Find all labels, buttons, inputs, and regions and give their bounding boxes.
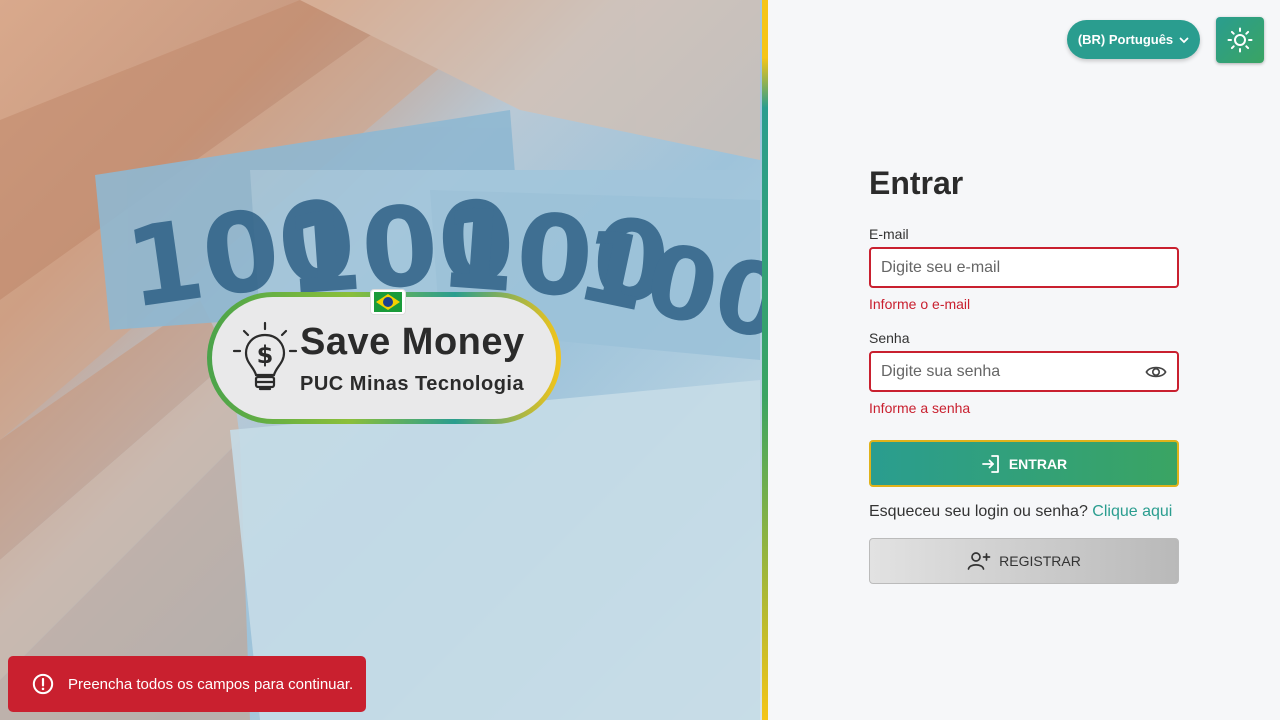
brand-badge: $ Save Money PUC Minas Tecnologia <box>207 289 561 424</box>
alert-circle-icon <box>32 673 54 695</box>
error-toast[interactable]: Preencha todos os campos para continuar. <box>8 656 366 712</box>
login-icon <box>981 454 999 473</box>
sun-icon <box>1227 27 1253 53</box>
password-label: Senha <box>869 330 910 346</box>
login-button[interactable]: ENTRAR <box>869 440 1179 487</box>
brand-title: Save Money <box>300 321 525 363</box>
chevron-down-icon <box>1179 37 1189 43</box>
register-button[interactable]: REGISTRAR <box>869 538 1179 584</box>
email-error: Informe o e-mail <box>869 296 971 312</box>
language-label: (BR) Português <box>1077 32 1174 47</box>
page-title: Entrar <box>869 165 964 201</box>
password-field[interactable] <box>871 353 1177 390</box>
accent-divider <box>762 0 768 720</box>
eye-icon[interactable] <box>1145 362 1167 382</box>
brand-subtitle: PUC Minas Tecnologia <box>300 373 525 395</box>
register-button-label: REGISTRAR <box>999 553 1081 569</box>
lightbulb-dollar-icon: $ <box>232 321 298 391</box>
password-field-wrapper <box>869 351 1179 392</box>
forgot-link[interactable]: Clique aqui <box>1092 503 1172 520</box>
email-field-wrapper <box>869 247 1179 288</box>
svg-text:$: $ <box>257 341 274 369</box>
forgot-text: Esqueceu seu login ou senha? <box>869 503 1088 520</box>
password-error: Informe a senha <box>869 400 971 416</box>
add-user-icon <box>967 552 991 570</box>
login-page: 100 100 100 100 $ Save Money PUC Minas T… <box>0 0 1280 720</box>
login-form: Entrar E-mail Informe o e-mail Senha Inf… <box>869 160 1179 584</box>
email-label: E-mail <box>869 226 909 242</box>
theme-toggle-button[interactable] <box>1216 17 1264 63</box>
login-button-label: ENTRAR <box>1008 455 1068 472</box>
forgot-credentials: Esqueceu seu login ou senha? Clique aqui <box>869 503 1179 523</box>
language-selector[interactable]: (BR) Português <box>1067 20 1200 59</box>
brazil-flag-icon <box>370 289 406 315</box>
toast-message: Preencha todos os campos para continuar. <box>68 675 354 693</box>
hero-banknotes-image: 100 100 100 100 $ Save Money PUC Minas T… <box>0 0 762 720</box>
email-field[interactable] <box>871 249 1177 286</box>
